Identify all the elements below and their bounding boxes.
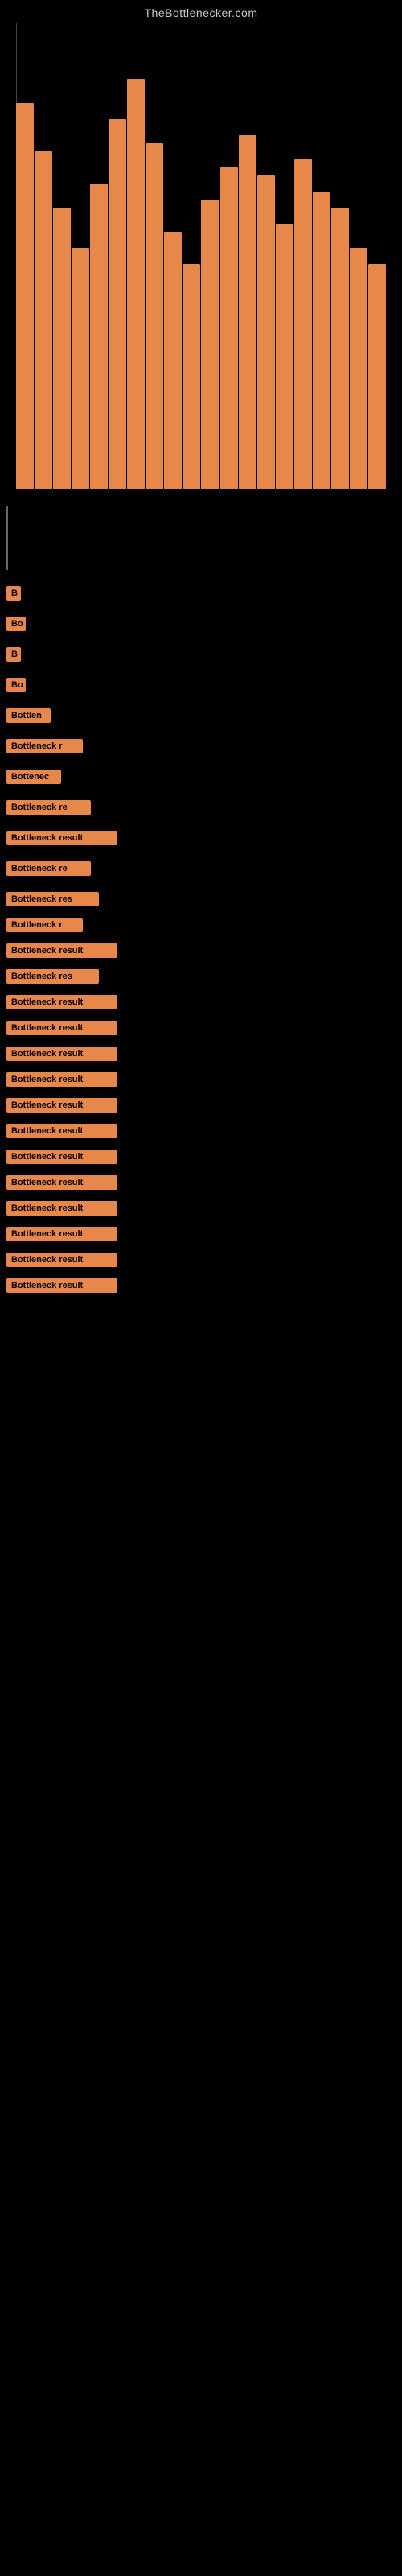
result-item-1: Bo (6, 617, 396, 631)
result-item-6: Bottenec (6, 770, 396, 784)
result-item-20: Bottleneck result (6, 1150, 396, 1164)
result-item-21: Bottleneck result (6, 1175, 396, 1190)
result-item-3: Bo (6, 678, 396, 692)
result-item-14: Bottleneck result (6, 995, 396, 1009)
bottleneck-result-label-4: Bottlen (6, 708, 51, 723)
bar-4 (90, 184, 108, 489)
bottleneck-result-label-20: Bottleneck result (6, 1150, 117, 1164)
bar-14 (276, 224, 293, 489)
bar-19 (368, 264, 386, 489)
bottleneck-result-label-12: Bottleneck result (6, 943, 117, 958)
result-item-13: Bottleneck res (6, 969, 396, 984)
result-item-24: Bottleneck result (6, 1253, 396, 1267)
bar-chart (8, 55, 394, 489)
result-item-11: Bottleneck r (6, 918, 396, 932)
bar-12 (239, 135, 256, 489)
bar-5 (109, 119, 126, 489)
bottleneck-result-label-11: Bottleneck r (6, 918, 83, 932)
chart-area (8, 23, 394, 489)
result-item-16: Bottleneck result (6, 1046, 396, 1061)
bar-9 (183, 264, 200, 489)
result-item-7: Bottleneck re (6, 800, 396, 815)
bottleneck-result-label-10: Bottleneck res (6, 892, 99, 906)
bottleneck-result-label-13: Bottleneck res (6, 969, 99, 984)
bottleneck-result-label-21: Bottleneck result (6, 1175, 117, 1190)
result-item-4: Bottlen (6, 708, 396, 723)
bar-2 (53, 208, 71, 489)
cursor-line (6, 506, 8, 570)
result-item-22: Bottleneck result (6, 1201, 396, 1216)
result-item-9: Bottleneck re (6, 861, 396, 876)
bottleneck-result-label-19: Bottleneck result (6, 1124, 117, 1138)
bar-1 (35, 151, 52, 489)
result-item-10: Bottleneck res (6, 892, 396, 906)
site-title: TheBottlenecker.com (0, 0, 402, 23)
result-item-5: Bottleneck r (6, 739, 396, 753)
result-item-25: Bottleneck result (6, 1278, 396, 1293)
bottleneck-result-label-0: B (6, 586, 21, 601)
result-item-2: B (6, 647, 396, 662)
bar-3 (72, 248, 89, 489)
bottleneck-result-label-7: Bottleneck re (6, 800, 91, 815)
result-item-12: Bottleneck result (6, 943, 396, 958)
bottleneck-result-label-24: Bottleneck result (6, 1253, 117, 1267)
bottleneck-result-label-23: Bottleneck result (6, 1227, 117, 1241)
result-item-0: B (6, 586, 396, 601)
bar-8 (164, 232, 182, 489)
bar-13 (257, 175, 275, 489)
bottleneck-result-label-25: Bottleneck result (6, 1278, 117, 1293)
result-item-15: Bottleneck result (6, 1021, 396, 1035)
result-item-8: Bottleneck result (6, 831, 396, 845)
bar-6 (127, 79, 145, 489)
bottleneck-result-label-3: Bo (6, 678, 26, 692)
result-item-18: Bottleneck result (6, 1098, 396, 1113)
bottleneck-result-label-8: Bottleneck result (6, 831, 117, 845)
results-section: B Bo B Bo Bottlen Bottleneck r Bottenec Bottlen… (0, 586, 402, 1304)
bottleneck-result-label-6: Bottenec (6, 770, 61, 784)
bar-17 (331, 208, 349, 489)
bottleneck-result-label-15: Bottleneck result (6, 1021, 117, 1035)
bar-0 (16, 103, 34, 489)
bottleneck-result-label-1: Bo (6, 617, 26, 631)
bottleneck-result-label-16: Bottleneck result (6, 1046, 117, 1061)
bar-7 (146, 143, 163, 489)
bottleneck-result-label-17: Bottleneck result (6, 1072, 117, 1087)
result-item-19: Bottleneck result (6, 1124, 396, 1138)
bar-18 (350, 248, 367, 489)
bottleneck-result-label-2: B (6, 647, 21, 662)
bar-10 (201, 200, 219, 489)
bar-11 (220, 167, 238, 489)
bottleneck-result-label-14: Bottleneck result (6, 995, 117, 1009)
bottleneck-result-label-22: Bottleneck result (6, 1201, 117, 1216)
bottleneck-result-label-5: Bottleneck r (6, 739, 83, 753)
result-item-23: Bottleneck result (6, 1227, 396, 1241)
bar-15 (294, 159, 312, 489)
bottleneck-result-label-9: Bottleneck re (6, 861, 91, 876)
result-item-17: Bottleneck result (6, 1072, 396, 1087)
bar-16 (313, 192, 330, 489)
bottleneck-result-label-18: Bottleneck result (6, 1098, 117, 1113)
